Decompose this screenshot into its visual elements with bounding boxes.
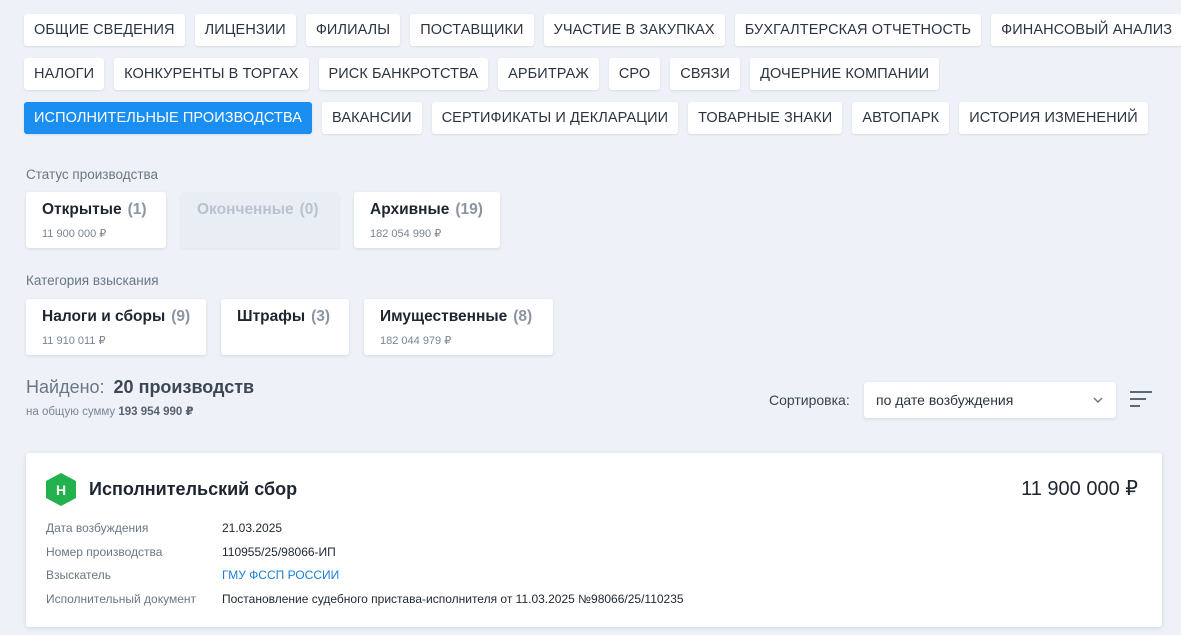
tab-vacancies[interactable]: ВАКАНСИИ bbox=[322, 102, 422, 134]
field-label: Исполнительный документ bbox=[46, 591, 197, 606]
category-property-title: Имущественные (8) bbox=[380, 308, 533, 325]
field-value: 21.03.2025 bbox=[222, 521, 283, 535]
found-count: 20 производств bbox=[113, 377, 255, 397]
status-open-card[interactable]: Открытые (1) 11 900 000 ₽ bbox=[26, 192, 166, 248]
tab-suppliers[interactable]: ПОСТАВЩИКИ bbox=[410, 14, 534, 46]
field-value: Постановление судебного пристава-исполни… bbox=[222, 591, 684, 606]
tab-vehicles[interactable]: АВТОПАРК bbox=[852, 102, 950, 134]
field-claimant: Взыскатель ГМУ ФССП РОССИИ bbox=[46, 568, 684, 592]
status-open-sum: 11 900 000 ₽ bbox=[42, 228, 107, 240]
field-label: Номер производства bbox=[46, 544, 163, 559]
category-taxes-sum: 11 910 011 ₽ bbox=[42, 335, 106, 347]
tab-subsidiaries[interactable]: ДОЧЕРНИЕ КОМПАНИИ bbox=[750, 58, 940, 90]
field-label: Дата возбуждения bbox=[46, 521, 149, 535]
tab-taxes[interactable]: НАЛОГИ bbox=[24, 58, 105, 90]
tab-competitors[interactable]: КОНКУРЕНТЫ В ТОРГАХ bbox=[114, 58, 309, 90]
tab-connections[interactable]: СВЯЗИ bbox=[670, 58, 741, 90]
status-section-label: Статус производства bbox=[26, 167, 159, 182]
category-section-label: Категория взыскания bbox=[26, 273, 159, 288]
field-enforcement-document: Исполнительный документ Постановление су… bbox=[46, 592, 684, 616]
field-initiation-date: Дата возбуждения 21.03.2025 bbox=[46, 521, 684, 545]
category-fines-count: (3) bbox=[311, 308, 331, 325]
tab-branches[interactable]: ФИЛИАЛЫ bbox=[305, 14, 401, 46]
tab-general[interactable]: ОБЩИЕ СВЕДЕНИЯ bbox=[24, 14, 185, 46]
category-property-sum: 182 044 979 ₽ bbox=[380, 335, 452, 347]
found-prefix: Найдено: bbox=[26, 377, 105, 397]
sort-select[interactable]: по дате возбуждения bbox=[864, 382, 1116, 418]
found-summary: Найдено: 20 производств bbox=[26, 377, 254, 398]
chevron-down-icon bbox=[1093, 397, 1103, 403]
status-open-count: (1) bbox=[127, 201, 147, 218]
tab-certificates[interactable]: СЕРТИФИКАТЫ И ДЕКЛАРАЦИИ bbox=[431, 102, 679, 134]
tab-sro[interactable]: СРО bbox=[608, 58, 661, 90]
status-open-title: Открытые (1) bbox=[42, 201, 147, 218]
proceeding-card[interactable]: Н Исполнительский сбор 11 900 000 ₽ Дата… bbox=[26, 453, 1162, 627]
status-finished-count: (0) bbox=[299, 201, 319, 218]
hexagon-badge-icon: Н bbox=[46, 473, 76, 506]
tab-accounting[interactable]: БУХГАЛТЕРСКАЯ ОТЧЕТНОСТЬ bbox=[734, 14, 982, 46]
tab-row-2: НАЛОГИ КОНКУРЕНТЫ В ТОРГАХ РИСК БАНКРОТС… bbox=[24, 58, 1164, 90]
section-tabs: ОБЩИЕ СВЕДЕНИЯ ЛИЦЕНЗИИ ФИЛИАЛЫ ПОСТАВЩИ… bbox=[24, 14, 1181, 146]
sort-label: Сортировка: bbox=[769, 392, 850, 408]
category-taxes-count: (9) bbox=[171, 308, 191, 325]
category-taxes-title: Налоги и сборы (9) bbox=[42, 308, 191, 325]
category-property-count: (8) bbox=[513, 308, 533, 325]
status-finished-card: Оконченные (0) bbox=[181, 192, 339, 248]
category-taxes-card[interactable]: Налоги и сборы (9) 11 910 011 ₽ bbox=[26, 299, 206, 355]
tab-financial-analysis[interactable]: ФИНАНСОВЫЙ АНАЛИЗ bbox=[991, 14, 1181, 46]
hexagon-badge-letter: Н bbox=[56, 482, 66, 498]
category-property-card[interactable]: Имущественные (8) 182 044 979 ₽ bbox=[364, 299, 553, 355]
field-label: Взыскатель bbox=[46, 568, 111, 582]
tab-row-3: ИСПОЛНИТЕЛЬНЫЕ ПРОИЗВОДСТВА ВАКАНСИИ СЕР… bbox=[24, 102, 1164, 134]
tab-arbitration[interactable]: АРБИТРАЖ bbox=[498, 58, 599, 90]
found-total-sum: на общую сумму 193 954 990 ₽ bbox=[26, 404, 194, 418]
tab-procurement[interactable]: УЧАСТИЕ В ЗАКУПКАХ bbox=[543, 14, 725, 46]
status-filters: Открытые (1) 11 900 000 ₽ Оконченные (0) А… bbox=[26, 192, 500, 248]
status-finished-title: Оконченные (0) bbox=[197, 201, 319, 218]
category-fines-title: Штрафы (3) bbox=[237, 308, 331, 325]
field-value: 110955/25/98066-ИП bbox=[222, 544, 336, 559]
sort-lines-icon[interactable] bbox=[1129, 389, 1153, 409]
tab-row-1: ОБЩИЕ СВЕДЕНИЯ ЛИЦЕНЗИИ ФИЛИАЛЫ ПОСТАВЩИ… bbox=[24, 14, 1181, 46]
status-archived-card[interactable]: Архивные (19) 182 054 990 ₽ bbox=[354, 192, 500, 248]
status-archived-sum: 182 054 990 ₽ bbox=[370, 228, 442, 240]
category-filters: Налоги и сборы (9) 11 910 011 ₽ Штрафы (3)… bbox=[26, 299, 553, 355]
status-archived-count: (19) bbox=[455, 201, 483, 218]
claimant-link[interactable]: ГМУ ФССП РОССИИ bbox=[222, 568, 339, 592]
tab-enforcement-proceedings[interactable]: ИСПОЛНИТЕЛЬНЫЕ ПРОИЗВОДСТВА bbox=[24, 102, 313, 134]
sort-select-value: по дате возбуждения bbox=[876, 392, 1014, 408]
tab-trademarks[interactable]: ТОВАРНЫЕ ЗНАКИ bbox=[688, 102, 843, 134]
proceeding-amount: 11 900 000 ₽ bbox=[1021, 478, 1138, 500]
field-proceeding-number: Номер производства 110955/25/98066-ИП bbox=[46, 545, 684, 569]
proceeding-title[interactable]: Исполнительский сбор bbox=[89, 479, 297, 500]
tab-bankruptcy-risk[interactable]: РИСК БАНКРОТСТВА bbox=[318, 58, 489, 90]
proceeding-fields: Дата возбуждения 21.03.2025 Номер произв… bbox=[46, 521, 684, 615]
category-fines-card[interactable]: Штрафы (3) bbox=[221, 299, 349, 355]
found-sum-value: 193 954 990 ₽ bbox=[118, 406, 194, 418]
found-sum-prefix: на общую сумму bbox=[26, 406, 116, 418]
tab-change-history[interactable]: ИСТОРИЯ ИЗМЕНЕНИЙ bbox=[959, 102, 1148, 134]
tab-licenses[interactable]: ЛИЦЕНЗИИ bbox=[194, 14, 296, 46]
status-archived-title: Архивные (19) bbox=[370, 201, 483, 218]
